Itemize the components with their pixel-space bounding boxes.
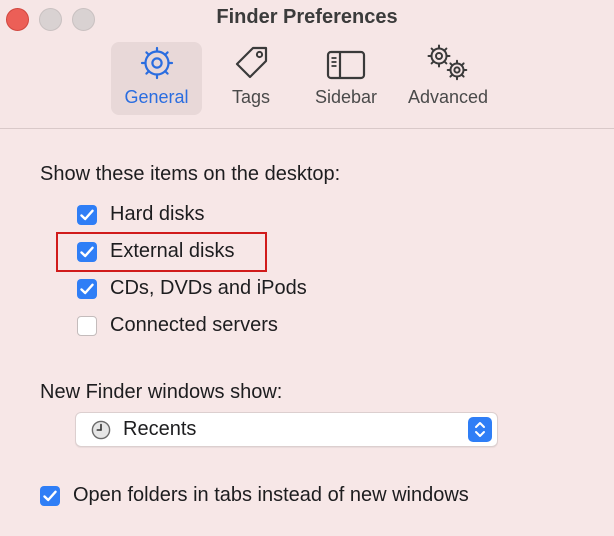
hard-disks-label: Hard disks <box>110 203 205 225</box>
chevron-up-down-icon <box>475 422 485 437</box>
hard-disks-option[interactable]: Hard disks <box>77 203 204 226</box>
new-window-value: Recents <box>123 418 197 440</box>
sidebar-icon <box>326 50 366 80</box>
gear-icon <box>140 46 173 80</box>
cds-dvds-ipods-checkbox[interactable] <box>77 278 97 299</box>
open-in-tabs-label: Open folders in tabs instead of new wind… <box>73 484 469 506</box>
tab-sidebar-label: Sidebar <box>314 87 378 107</box>
tab-advanced-label: Advanced <box>407 87 489 107</box>
tab-general[interactable]: General <box>111 42 202 115</box>
checkmark-icon <box>80 209 94 220</box>
connected-servers-label: Connected servers <box>110 314 278 336</box>
tab-advanced[interactable]: Advanced <box>402 42 494 115</box>
title-bar: Finder Preferences General Tags Sidebar … <box>0 0 614 128</box>
connected-servers-option[interactable]: Connected servers <box>77 314 278 337</box>
tab-tags[interactable]: Tags <box>222 42 280 115</box>
highlight-annotation <box>56 232 267 272</box>
tab-tags-label: Tags <box>231 87 271 107</box>
new-window-popup[interactable]: Recents <box>75 412 498 447</box>
clock-icon <box>91 420 111 440</box>
cds-dvds-ipods-label: CDs, DVDs and iPods <box>110 277 307 299</box>
cds-dvds-ipods-option[interactable]: CDs, DVDs and iPods <box>77 277 307 300</box>
connected-servers-checkbox[interactable] <box>77 315 97 336</box>
open-in-tabs-checkbox[interactable] <box>40 485 60 506</box>
desktop-items-heading: Show these items on the desktop: <box>40 163 341 185</box>
checkmark-icon <box>80 283 94 294</box>
new-window-heading: New Finder windows show: <box>40 381 283 403</box>
tab-sidebar[interactable]: Sidebar <box>305 42 387 115</box>
hard-disks-checkbox[interactable] <box>77 204 97 225</box>
gears-icon <box>427 44 468 81</box>
checkmark-icon <box>43 490 57 501</box>
window-title: Finder Preferences <box>216 6 398 28</box>
tab-general-label: General <box>124 87 189 107</box>
popup-chevrons-icon[interactable] <box>468 417 492 442</box>
toolbar-divider <box>0 128 614 129</box>
tag-icon <box>235 46 268 79</box>
open-in-tabs-option[interactable]: Open folders in tabs instead of new wind… <box>40 484 469 507</box>
